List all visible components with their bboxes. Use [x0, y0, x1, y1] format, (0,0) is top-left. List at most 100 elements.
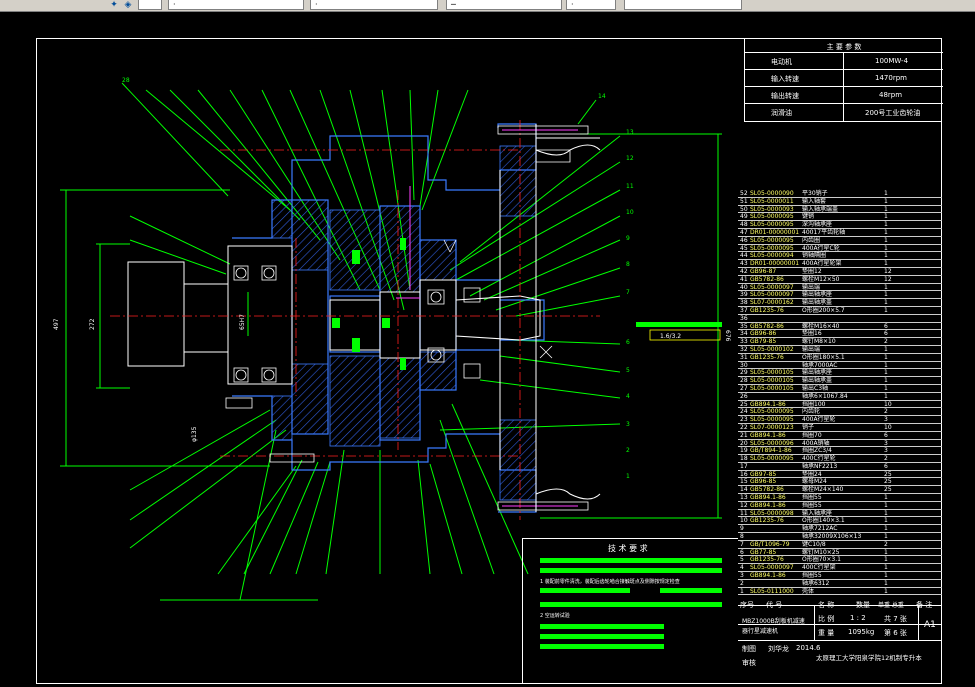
bom-code: SL05-0000102: [750, 345, 794, 353]
bom-name: O形圈70×3.1: [802, 556, 841, 564]
bom-code: GB1235-76: [750, 517, 784, 525]
bom-qty: 1: [884, 236, 888, 244]
bom-code: SL05-0000095: [750, 455, 794, 463]
sheet-size: A1: [924, 620, 936, 630]
note-line-2: 2 空运转试验: [540, 613, 570, 619]
bom-header-name: 名 称: [818, 601, 835, 609]
bom-no: 51: [740, 197, 748, 205]
bom-row: 5 GB1235-76 O形圈70×3.1 1: [738, 556, 942, 565]
bom-qty: 1: [884, 205, 888, 213]
scale-label: 比 例: [818, 615, 835, 623]
bom-qty: 1: [884, 228, 888, 236]
bom-row: 7 GB/T1096-79 键C10/8 2: [738, 541, 942, 549]
school-name: 太原理工大学阳泉学院12机制专升本: [816, 654, 922, 662]
bom-row: 29 SL05-0000105 输出轴承座 1: [738, 369, 942, 378]
bom-qty: 2: [884, 540, 888, 548]
bom-name: 挡圈100: [802, 400, 826, 408]
bom-no: 41: [740, 275, 748, 283]
callout-8: 8: [626, 261, 630, 268]
bom-qty: 1: [884, 501, 888, 509]
bom-no: 45: [740, 244, 748, 252]
bom-no: 11: [740, 509, 748, 517]
bom-no: 19: [740, 447, 748, 455]
bom-qty: 10: [884, 423, 892, 431]
bom-code: SL05-0000090: [750, 190, 794, 197]
bom-no: 16: [740, 470, 748, 478]
bom-name: 400A销轴: [802, 439, 830, 447]
bom-row: 32 SL05-0000102 输出端 1: [738, 346, 942, 354]
bom-row: 20 SL05-0000096 400A销轴 3: [738, 440, 942, 448]
bom-qty: 1: [884, 361, 888, 369]
bom-name: O形圈180×5.1: [802, 353, 845, 361]
callout-5: 5: [626, 367, 630, 374]
spec-box: 1.6/3.2: [660, 333, 681, 340]
bom-code: GB96-85: [750, 478, 777, 486]
bom-qty: 6: [884, 462, 888, 470]
bom-row: 22 SL07-0000123 销子 10: [738, 424, 942, 432]
tech-requirements-title: 技 术 要 求: [608, 544, 648, 553]
bom-row: 46 SL05-0000095 内齿圈 1: [738, 237, 942, 245]
param-row: 润滑油 200号工业齿轮油: [745, 103, 943, 120]
note-bar: [540, 558, 722, 563]
bom-code: SL05-0000095: [750, 221, 794, 229]
bom-row: 21 GB894.1-86 挡圈70 6: [738, 432, 942, 440]
bom-row: 18 SL05-0000095 400C行星轮 2: [738, 455, 942, 463]
bom-qty: 1: [884, 564, 888, 572]
callout-9: 9: [626, 235, 630, 242]
bom-no: 38: [740, 299, 748, 307]
bom-name: 输出轴承盖: [802, 377, 833, 385]
bom-row: 26 轴承6×1067.84 1: [738, 393, 942, 401]
bom-qty: 1: [884, 556, 888, 564]
bom-row: 49 SL05-0000095 键销 1: [738, 213, 942, 222]
bom-row: 16 GB97-85 垫圈24 25: [738, 471, 942, 479]
bom-no: 23: [740, 416, 748, 424]
note-line-1: 1 装配前零件清洗，装配后齿轮啮合接触斑点及侧隙按规定检查: [540, 579, 680, 585]
bom-code: SL05-0000095: [750, 236, 794, 244]
bom-qty: 1: [884, 587, 888, 595]
bom-qty: 1: [884, 509, 888, 517]
bom-row: 25 GB894.1-86 挡圈100 10: [738, 401, 942, 409]
bom-code: SL05-0000098: [750, 509, 794, 517]
bom-code: SL05-0000095: [750, 408, 794, 416]
bom-no: 17: [740, 462, 748, 470]
bom-qty: 6: [884, 322, 888, 330]
bom-row: 19 GB/T894-1-86 挡圈ZC3/4 3: [738, 447, 942, 456]
bom-name: 销子: [802, 423, 815, 431]
bom-no: 33: [740, 338, 748, 346]
bom-no: 47: [740, 228, 748, 236]
param-row: 输入转速 1470rpm: [745, 69, 943, 86]
bom-name: 螺栓M24×140: [802, 486, 844, 494]
bom-no: 48: [740, 221, 748, 229]
bom-qty: 1: [884, 283, 888, 291]
bom-no: 49: [740, 213, 748, 221]
bom-no: 50: [740, 205, 748, 213]
bom-no: 9: [740, 525, 744, 533]
checked-label: 审核: [742, 659, 756, 667]
bom-name: 挡圈ZC3/4: [802, 447, 832, 455]
bom-qty: 1: [884, 291, 888, 299]
bom-no: 40: [740, 283, 748, 291]
bom-qty: 10: [884, 400, 892, 408]
bom-qty: 1: [884, 533, 888, 541]
section-hatching: [271, 145, 537, 501]
bom-row: 34 GB96-86 垫圈16 6: [738, 330, 942, 339]
bom-row: 28 SL05-0000105 输出轴承盖 1: [738, 377, 942, 385]
bom-code: SL05-0000097: [750, 283, 794, 291]
bom-name: 挡圈55: [802, 494, 822, 502]
bill-of-materials: 52 SL05-0000090 平30销子 1 51 SL05-0000011 输入轴套 1 5…: [738, 190, 942, 596]
bom-no: 30: [740, 361, 748, 369]
callout-10: 10: [626, 209, 634, 216]
bom-code: GB96-87: [750, 267, 777, 275]
bom-name: 轴承7000AC: [802, 361, 838, 369]
bom-qty: 1: [884, 517, 888, 525]
bom-row: 40 SL05-0000097 输出端 1: [738, 284, 942, 292]
bom-row: 43 DR01-00000001 400A行星轮架 1: [738, 260, 942, 268]
bom-code: GB/T894-1-86: [750, 447, 792, 455]
bom-code: GB79-85: [750, 338, 777, 346]
frame-divider: [522, 538, 523, 684]
bom-code: SL05-0000105: [750, 369, 794, 377]
bom-name: 键销: [802, 213, 815, 221]
bom-name: 输入轴套: [802, 197, 827, 205]
bom-no: 15: [740, 478, 748, 486]
bom-row: 9 轴承7212AC 1: [738, 525, 942, 534]
